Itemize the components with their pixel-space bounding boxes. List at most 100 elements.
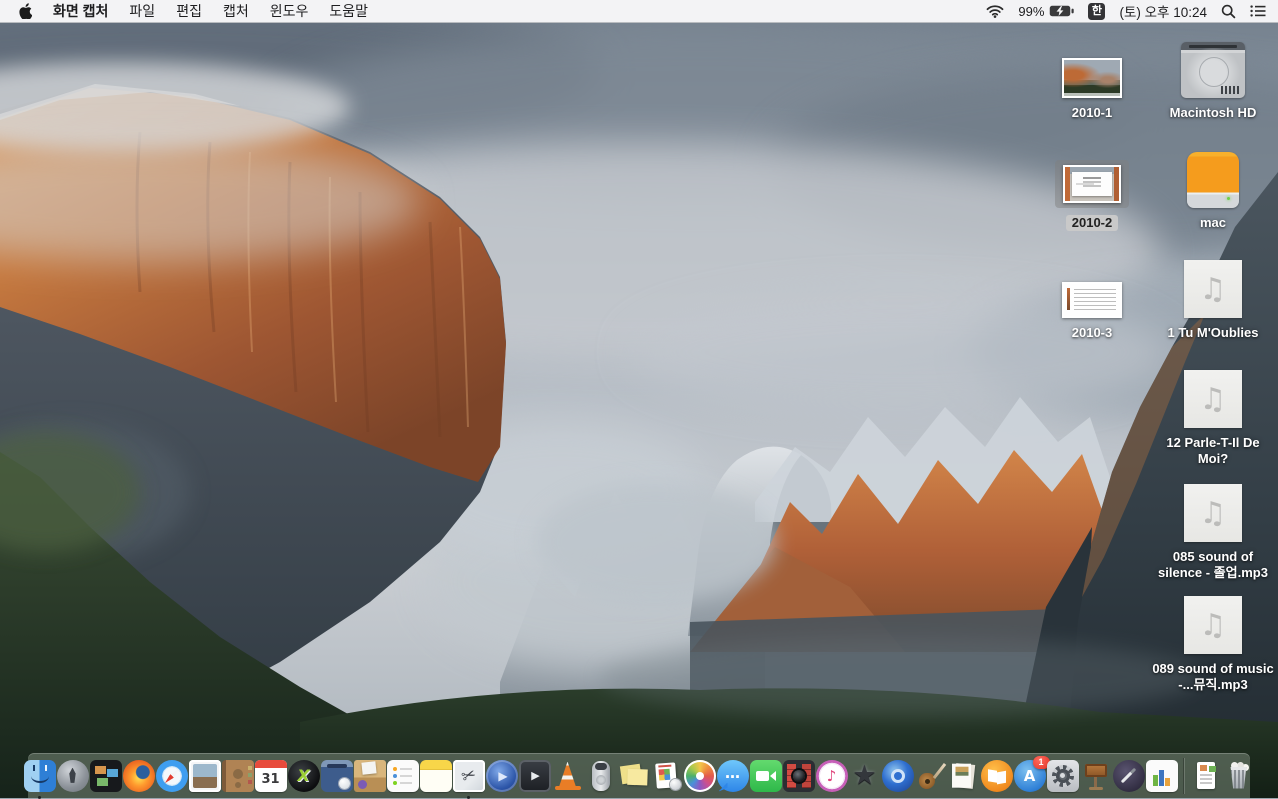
imovie-glyph: ★ <box>849 760 881 792</box>
desktop-icon-label: Macintosh HD <box>1170 105 1257 121</box>
desktop-icon-hd[interactable]: Macintosh HD <box>1152 36 1274 121</box>
dock-item-ibooks[interactable] <box>981 760 1013 792</box>
input-source-badge[interactable]: 한 <box>1088 3 1105 20</box>
desktop-icon-ss1[interactable]: 2010-1 <box>1031 36 1153 121</box>
battery-percent: 99% <box>1018 4 1044 19</box>
dock-item-screens[interactable] <box>90 760 122 792</box>
dock-item-xapp[interactable]: X <box>288 760 320 792</box>
dock-item-imovie[interactable]: ★ <box>849 760 881 792</box>
dock-item-calendar[interactable]: 31 <box>255 760 287 792</box>
desktop-icon-m3[interactable]: ♫085 sound of silence - 졸업.mp3 <box>1152 480 1274 581</box>
m3-icon-area: ♫ <box>1184 480 1242 542</box>
unarchiver-icon <box>361 761 376 774</box>
desktop-icon-ss3[interactable]: 2010-3 <box>1031 252 1153 341</box>
desktop-icon-label: 1 Tu M'Oublies <box>1168 325 1259 341</box>
docfile-icon <box>1197 762 1215 789</box>
audio-file-icon: ♫ <box>1184 484 1242 542</box>
dock-item-appstore[interactable]: A1 <box>1014 760 1046 792</box>
dock-item-notes[interactable] <box>420 760 452 792</box>
menu-윈도우[interactable]: 윈도우 <box>270 1 309 21</box>
dock-item-finder[interactable] <box>24 760 56 792</box>
desktop-icon-label: 12 Parle-T-Il De Moi? <box>1152 435 1274 467</box>
dock: 31X✂▶▶…♪★A1 <box>28 753 1250 798</box>
apple-menu-icon[interactable] <box>19 3 32 19</box>
screens-icon <box>95 766 106 774</box>
battery-charging-icon <box>1049 5 1074 17</box>
grab-glyph: ✂ <box>448 755 489 796</box>
stickies-icon <box>619 763 641 784</box>
dock-item-trash[interactable] <box>1223 760 1255 792</box>
keynote-icon <box>1085 764 1107 777</box>
dock-item-idvd[interactable] <box>882 760 914 792</box>
menu-bar-clock[interactable]: (토) 오후 10:24 <box>1119 1 1207 21</box>
menu-파일[interactable]: 파일 <box>129 1 155 21</box>
calendar-icon <box>255 760 287 768</box>
dock-item-sysprefs[interactable] <box>1047 760 1079 792</box>
menu-도움말[interactable]: 도움말 <box>329 1 368 21</box>
dock-item-facetime[interactable] <box>750 760 782 792</box>
battery-status[interactable]: 99% <box>1018 4 1074 19</box>
desktop-icon-label: mac <box>1200 215 1226 231</box>
menu-캡처[interactable]: 캡처 <box>223 1 249 21</box>
desktop-icon-macdrive[interactable]: mac <box>1152 146 1274 231</box>
m2-icon-area: ♫ <box>1184 366 1242 428</box>
dock-item-videoplayer[interactable]: ▶ <box>519 760 551 792</box>
macdrive-icon-area <box>1187 146 1239 208</box>
wifi-icon[interactable] <box>986 4 1004 18</box>
music-note-icon: ♫ <box>1184 596 1242 654</box>
dock-item-stickies[interactable] <box>618 760 650 792</box>
idvd-icon <box>891 769 905 783</box>
music-note-icon: ♫ <box>1184 370 1242 428</box>
screenshot-thumbnail-icon <box>1062 58 1122 98</box>
desktop-icon-m2[interactable]: ♫ 12 Parle-T-Il De Moi? <box>1152 366 1274 467</box>
notification-center-icon[interactable] <box>1250 5 1266 17</box>
spotlight-search-icon[interactable] <box>1221 4 1236 19</box>
dock-item-unarchiver[interactable] <box>354 760 386 792</box>
dock-item-reminders[interactable] <box>387 760 419 792</box>
dock-item-photobooth[interactable] <box>783 760 815 792</box>
dock-item-contacts[interactable] <box>222 760 254 792</box>
numbers-icon <box>1153 775 1158 786</box>
dock-item-toast[interactable] <box>321 760 353 792</box>
dock-item-firefox[interactable] <box>123 760 155 792</box>
dock-item-itunes[interactable]: ♪ <box>816 760 848 792</box>
ss3-icon-area <box>1062 252 1122 318</box>
desktop-icon-m1[interactable]: ♫ 1 Tu M'Oublies <box>1152 252 1274 341</box>
dock-item-safari[interactable] <box>156 760 188 792</box>
dock-item-pagesdocs[interactable] <box>948 760 980 792</box>
dock-item-messages[interactable]: … <box>717 760 749 792</box>
selection-highlight <box>1055 160 1129 208</box>
audio-file-icon: ♫ <box>1184 260 1242 318</box>
dock-item-preview[interactable] <box>189 760 221 792</box>
sysprefs-icon <box>1052 765 1074 787</box>
screenshot-thumbnail-icon <box>1063 165 1121 203</box>
dock-item-pagesink[interactable] <box>1113 760 1145 792</box>
dock-item-garageband[interactable] <box>915 760 947 792</box>
photobooth-icon <box>787 764 796 788</box>
music-note-icon: ♫ <box>1184 484 1242 542</box>
hd-icon-area <box>1181 36 1245 98</box>
menu-편집[interactable]: 편집 <box>176 1 202 21</box>
vlc-icon <box>557 762 579 787</box>
audio-file-icon: ♫ <box>1184 596 1242 654</box>
dock-item-launchpad[interactable] <box>57 760 89 792</box>
dock-item-imagedoc[interactable] <box>651 760 683 792</box>
external-drive-icon <box>1187 152 1239 208</box>
dock-item-grab[interactable]: ✂ <box>453 760 485 792</box>
dock-item-numbers[interactable] <box>1146 760 1178 792</box>
launchpad-icon <box>65 768 81 784</box>
contacts-icon <box>248 766 252 770</box>
desktop-icon-m4[interactable]: ♫ 089 sound of music -...뮤직.mp3 <box>1152 592 1274 693</box>
ss2-icon-area <box>1055 138 1129 208</box>
desktop-icon-label: 089 sound of music -...뮤직.mp3 <box>1152 661 1274 693</box>
facetime-icon <box>756 771 769 781</box>
dock-item-photos[interactable] <box>684 760 716 792</box>
desktop-icon-ss2[interactable]: 2010-2 <box>1031 138 1153 231</box>
screenshot-thumbnail-icon <box>1062 282 1122 318</box>
active-app-menu[interactable]: 화면 캡처 <box>53 1 108 21</box>
dock-item-docfile[interactable] <box>1190 760 1222 792</box>
dock-item-blueplayer[interactable]: ▶ <box>486 760 518 792</box>
dock-item-vlc[interactable] <box>552 760 584 792</box>
dock-item-keynote[interactable] <box>1080 760 1112 792</box>
dock-item-dvdplayer[interactable] <box>585 760 617 792</box>
